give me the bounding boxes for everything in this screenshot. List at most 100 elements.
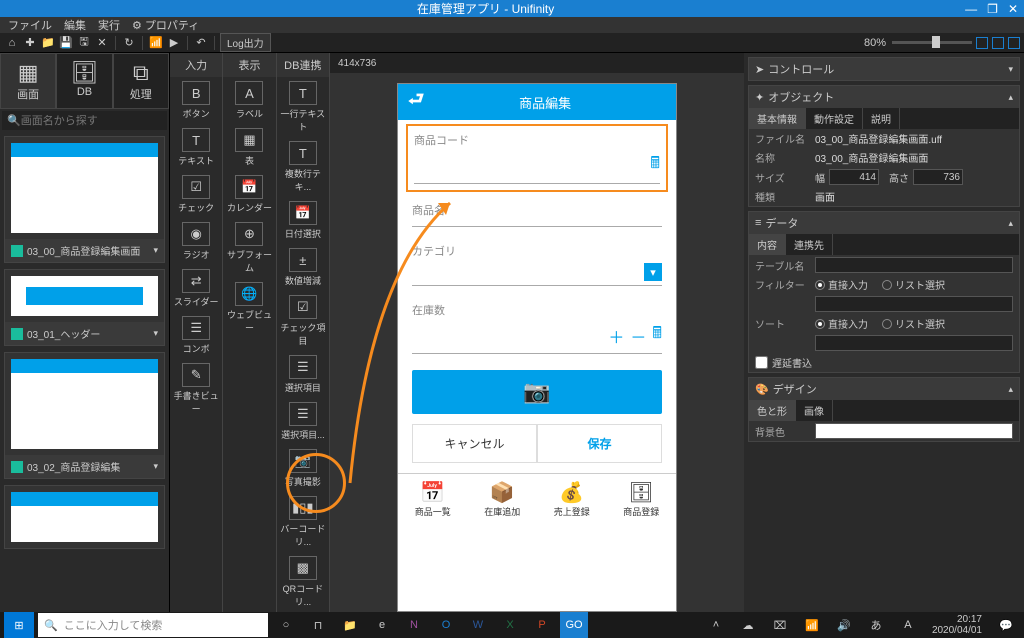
explorer-icon[interactable]: 📁 xyxy=(336,612,364,638)
filter-select[interactable] xyxy=(815,296,1013,312)
palette-datepick[interactable]: 📅日付選択 xyxy=(277,197,329,244)
layout-3-button[interactable] xyxy=(1008,37,1020,49)
new-icon[interactable]: ✚ xyxy=(22,35,38,51)
tab-basic[interactable]: 基本情報 xyxy=(749,108,806,129)
refresh-icon[interactable]: ↻ xyxy=(121,35,137,51)
save-button[interactable]: 保存 xyxy=(537,424,662,463)
search-box[interactable]: 🔍 xyxy=(2,111,167,130)
radio-direct[interactable] xyxy=(815,280,825,290)
palette-onelinetext[interactable]: T一行テキスト xyxy=(277,77,329,137)
log-button[interactable]: Log出力 xyxy=(220,33,271,52)
notifications-icon[interactable]: 💬 xyxy=(992,612,1020,638)
palette-slider[interactable]: ⇄スライダー xyxy=(170,265,222,312)
palette-combo[interactable]: ☰コンボ xyxy=(170,312,222,359)
palette-text[interactable]: Tテキスト xyxy=(170,124,222,171)
chevron-down-icon[interactable]: ▾ xyxy=(644,263,662,281)
wifi-icon[interactable]: 📶 xyxy=(148,35,164,51)
nav-add[interactable]: 📦在庫追加 xyxy=(468,474,538,524)
palette-radio[interactable]: ◉ラジオ xyxy=(170,218,222,265)
defer-checkbox[interactable] xyxy=(755,356,768,369)
save-icon[interactable]: 💾 xyxy=(58,35,74,51)
maximize-button[interactable]: ❐ xyxy=(987,2,998,16)
back-icon[interactable]: ⮐ xyxy=(408,87,424,117)
cortana-icon[interactable]: ○ xyxy=(272,612,300,638)
undo-icon[interactable]: ↶ xyxy=(193,35,209,51)
radio-list[interactable] xyxy=(882,280,892,290)
palette-label[interactable]: Aラベル xyxy=(223,77,275,124)
onenote-icon[interactable]: N xyxy=(400,612,428,638)
delete-icon[interactable]: ✕ xyxy=(94,35,110,51)
palette-button[interactable]: Bボタン xyxy=(170,77,222,124)
field-stock[interactable]: 在庫数 ＋ － 🖩 xyxy=(412,302,662,354)
phone-preview[interactable]: ⮐ 商品編集 商品コード 🖩 商品名 カテゴリ xyxy=(397,83,677,612)
start-button[interactable]: ⊞ xyxy=(4,612,34,638)
table-select[interactable] xyxy=(815,257,1013,273)
home-icon[interactable]: ⌂ xyxy=(4,35,20,51)
palette-selectitem[interactable]: ☰選択項目 xyxy=(277,351,329,398)
menu-edit[interactable]: 編集 xyxy=(64,17,86,33)
height-input[interactable] xyxy=(913,169,963,185)
palette-numstep[interactable]: ±数値増減 xyxy=(277,244,329,291)
field-category[interactable]: カテゴリ ▾ xyxy=(412,243,662,286)
taskbar-search[interactable]: 🔍 ここに入力して検索 xyxy=(38,613,268,637)
field-code[interactable]: 商品コード 🖩 xyxy=(406,124,668,192)
cancel-button[interactable]: キャンセル xyxy=(412,424,537,463)
tab-db[interactable]: 🗄DB xyxy=(56,53,112,109)
excel-icon[interactable]: X xyxy=(496,612,524,638)
bgcolor-select[interactable] xyxy=(815,423,1013,439)
open-icon[interactable]: 📁 xyxy=(40,35,56,51)
taskbar-clock[interactable]: 20:172020/04/01 xyxy=(926,614,988,636)
palette-handwrite[interactable]: ✎手書きビュー xyxy=(170,359,222,419)
palette-selectitem2[interactable]: ☰選択項目... xyxy=(277,398,329,445)
play-icon[interactable]: ▶ xyxy=(166,35,182,51)
layout-1-button[interactable] xyxy=(976,37,988,49)
tray-battery-icon[interactable]: ⌧ xyxy=(766,612,794,638)
save-all-icon[interactable]: 🖫 xyxy=(76,35,92,51)
outlook-icon[interactable]: O xyxy=(432,612,460,638)
tray-wifi-icon[interactable]: 📶 xyxy=(798,612,826,638)
tab-content[interactable]: 内容 xyxy=(749,234,786,255)
screen-thumb[interactable]: 03_02_商品登録編集▾ xyxy=(4,352,165,479)
tab-link[interactable]: 連携先 xyxy=(786,234,833,255)
close-button[interactable]: ✕ xyxy=(1008,2,1018,16)
nav-list[interactable]: 📅商品一覧 xyxy=(398,474,468,524)
palette-webview[interactable]: 🌐ウェブビュー xyxy=(223,278,275,338)
edge-icon[interactable]: e xyxy=(368,612,396,638)
nav-sales[interactable]: 💰売上登録 xyxy=(537,474,607,524)
field-name[interactable]: 商品名 xyxy=(412,202,662,227)
palette-check[interactable]: ☑チェック xyxy=(170,171,222,218)
layout-2-button[interactable] xyxy=(992,37,1004,49)
palette-qrcode[interactable]: ▩QRコードリ... xyxy=(277,552,329,612)
zoom-slider[interactable] xyxy=(892,41,972,44)
tab-screen[interactable]: ▦画面 xyxy=(0,53,56,109)
tab-process[interactable]: ⧉処理 xyxy=(113,53,169,109)
sort-select[interactable] xyxy=(815,335,1013,351)
tray-ime-icon[interactable]: あ xyxy=(862,612,890,638)
screen-thumb[interactable]: 03_00_商品登録編集画面▾ xyxy=(4,136,165,263)
tab-action[interactable]: 動作設定 xyxy=(806,108,863,129)
word-icon[interactable]: W xyxy=(464,612,492,638)
minus-icon[interactable]: － xyxy=(630,324,646,348)
tray-up-icon[interactable]: ˄ xyxy=(702,612,730,638)
palette-multilinetext[interactable]: T複数行テキ... xyxy=(277,137,329,197)
palette-subform[interactable]: ⊕サブフォーム xyxy=(223,218,275,278)
menu-property[interactable]: ⚙ プロパティ xyxy=(132,17,199,33)
tray-volume-icon[interactable]: 🔊 xyxy=(830,612,858,638)
tray-cloud-icon[interactable]: ☁ xyxy=(734,612,762,638)
calculator-icon[interactable]: 🖩 xyxy=(650,152,660,179)
tab-color[interactable]: 色と形 xyxy=(749,400,796,421)
search-input[interactable] xyxy=(21,115,163,127)
nav-register[interactable]: 🗄商品登録 xyxy=(607,474,677,524)
plus-icon[interactable]: ＋ xyxy=(608,324,624,348)
palette-table[interactable]: ▦表 xyxy=(223,124,275,171)
tab-image[interactable]: 画像 xyxy=(796,400,833,421)
palette-calendar[interactable]: 📅カレンダー xyxy=(223,171,275,218)
go-icon[interactable]: GO xyxy=(560,612,588,638)
width-input[interactable] xyxy=(829,169,879,185)
screen-thumb[interactable]: 03_01_ヘッダー▾ xyxy=(4,269,165,346)
minimize-button[interactable]: — xyxy=(965,2,977,16)
screen-thumb[interactable] xyxy=(4,485,165,549)
radio-sort-direct[interactable] xyxy=(815,319,825,329)
menu-run[interactable]: 実行 xyxy=(98,17,120,33)
tab-desc[interactable]: 説明 xyxy=(863,108,900,129)
